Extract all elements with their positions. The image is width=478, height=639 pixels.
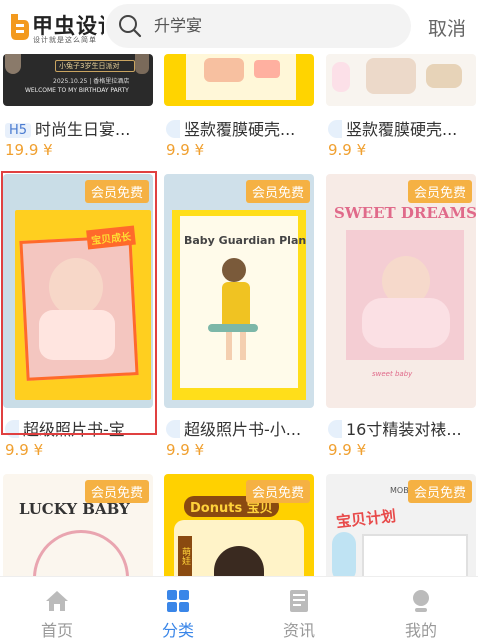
tab-news[interactable]: 资讯	[259, 577, 339, 639]
search-icon	[119, 15, 142, 38]
tab-home[interactable]: 首页	[17, 577, 97, 639]
card-thumbnail: SWEET DREAMS sweet baby 会员免费	[326, 174, 476, 408]
logo-beetle-icon	[11, 14, 29, 40]
tab-label: 分类	[161, 621, 194, 639]
vip-free-badge: 会员免费	[407, 180, 472, 203]
tab-label: 资讯	[282, 621, 315, 639]
card-title: 竖款覆膜硬壳...	[328, 116, 474, 140]
card-thumbnail: LUCKY BABY 会员免费	[3, 474, 153, 576]
card-thumbnail	[326, 54, 476, 106]
tab-label: 我的	[404, 621, 437, 639]
tab-profile[interactable]: 我的	[381, 577, 461, 639]
card-price: 9.9 ¥	[166, 141, 205, 159]
title-marker-icon	[166, 420, 180, 438]
card-title: 16寸精装对裱...	[328, 416, 474, 440]
logo[interactable]: 甲虫设计 设计就是这么简单	[6, 10, 104, 44]
h5-tag: H5	[5, 123, 32, 138]
search-box[interactable]	[106, 4, 411, 48]
card-title: H5 时尚生日宴...	[5, 116, 151, 140]
card-title: 超级照片书-小...	[166, 416, 312, 440]
card-price: 19.9 ¥	[5, 141, 53, 159]
bottom-tab-bar: 首页 分类 资讯 我的	[0, 576, 478, 639]
title-marker-icon	[166, 120, 180, 138]
category-icon	[167, 590, 189, 612]
template-grid: 小兔子3岁生日派对 2025.10.25 | 香格里拉酒店 WELCOME TO…	[0, 54, 478, 576]
card-thumbnail: 宝贝计划 MOBILE 会员免费	[326, 474, 476, 576]
card-price: 9.9 ¥	[166, 441, 205, 459]
search-input[interactable]	[154, 4, 394, 48]
tab-category[interactable]: 分类	[138, 577, 218, 639]
card-price: 9.9 ¥	[328, 141, 367, 159]
vip-free-badge: 会员免费	[84, 480, 149, 503]
card-thumbnail: 小兔子3岁生日派对 2025.10.25 | 香格里拉酒店 WELCOME TO…	[3, 54, 153, 106]
logo-subtitle: 设计就是这么简单	[33, 36, 97, 44]
card-thumbnail: Donuts 宝贝 萌娃 会员免费	[164, 474, 314, 576]
profile-icon	[413, 590, 429, 612]
selected-card-outline	[1, 171, 157, 435]
cancel-button[interactable]: 取消	[428, 14, 466, 41]
tab-label: 首页	[40, 621, 73, 639]
title-marker-icon	[328, 420, 342, 438]
vip-free-badge: 会员免费	[245, 480, 310, 503]
news-icon	[290, 590, 308, 612]
vip-free-badge: 会员免费	[407, 480, 472, 503]
vip-free-badge: 会员免费	[245, 180, 310, 203]
card-thumbnail: Baby Guardian Plan 会员免费	[164, 174, 314, 408]
header: 甲虫设计 设计就是这么简单 取消	[0, 0, 478, 54]
card-price: 9.9 ¥	[5, 441, 44, 459]
home-icon	[46, 591, 68, 611]
card-thumbnail	[164, 54, 314, 106]
card-title: 竖款覆膜硬壳...	[166, 116, 312, 140]
card-price: 9.9 ¥	[328, 441, 367, 459]
title-marker-icon	[328, 120, 342, 138]
